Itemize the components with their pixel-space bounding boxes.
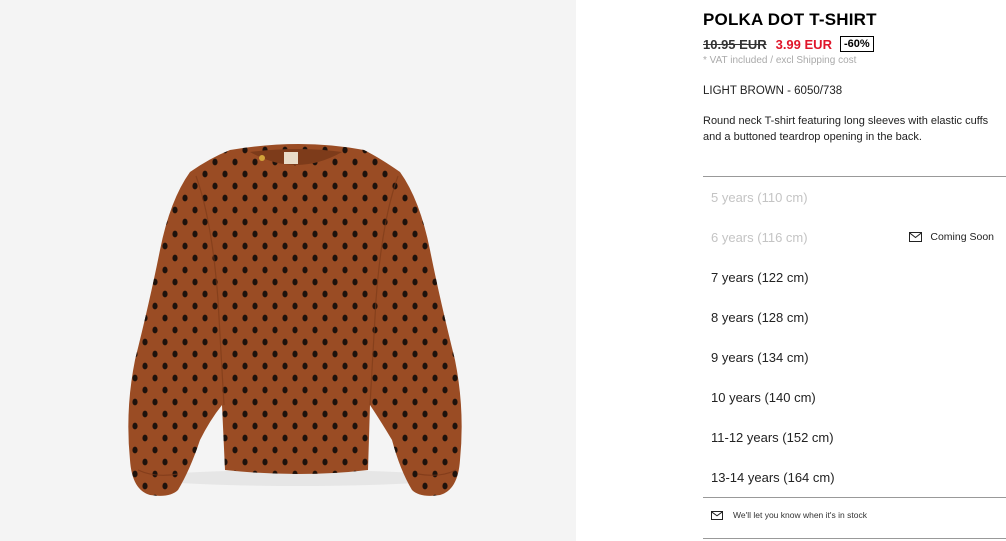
product-title: POLKA DOT T-SHIRT <box>703 10 877 29</box>
size-label: 7 years (122 cm) <box>711 269 809 285</box>
size-option-11-12-years[interactable]: 11-12 years (152 cm) <box>703 417 1006 457</box>
stock-notify-link[interactable]: We'll let you know when it's in stock <box>711 510 867 520</box>
size-label: 10 years (140 cm) <box>711 389 816 405</box>
size-label: 6 years (116 cm) <box>711 229 808 245</box>
discount-badge: -60% <box>839 36 874 52</box>
vat-note: * VAT included / excl Shipping cost <box>703 55 857 66</box>
size-option-7-years[interactable]: 7 years (122 cm) <box>703 257 1006 297</box>
size-label: 9 years (134 cm) <box>711 349 809 365</box>
size-option-10-years[interactable]: 10 years (140 cm) <box>703 377 1006 417</box>
product-image[interactable] <box>0 0 576 541</box>
size-option-6-years[interactable]: 6 years (116 cm) Coming Soon <box>703 217 1006 257</box>
stock-notify-label: We'll let you know when it's in stock <box>733 510 867 520</box>
divider <box>703 538 1006 539</box>
size-label: 5 years (110 cm) <box>711 189 808 205</box>
size-selector: 5 years (110 cm) 6 years (116 cm) Coming… <box>703 177 1006 497</box>
size-option-5-years: 5 years (110 cm) <box>703 177 1006 217</box>
size-label: 13-14 years (164 cm) <box>711 469 835 485</box>
size-option-9-years[interactable]: 9 years (134 cm) <box>703 337 1006 377</box>
coming-soon-label: Coming Soon <box>930 231 994 243</box>
old-price: 10.95 EUR <box>703 36 767 52</box>
envelope-icon <box>711 510 723 520</box>
divider <box>703 497 1006 498</box>
sale-price: 3.99 EUR <box>775 36 832 52</box>
price-row: 10.95 EUR 3.99 EUR -60% <box>703 35 874 53</box>
coming-soon-notice[interactable]: Coming Soon <box>909 217 994 257</box>
size-label: 8 years (128 cm) <box>711 309 809 325</box>
product-page: POLKA DOT T-SHIRT 10.95 EUR 3.99 EUR -60… <box>0 0 1006 541</box>
size-option-13-14-years[interactable]: 13-14 years (164 cm) <box>703 457 1006 497</box>
color-reference: LIGHT BROWN - 6050/738 <box>703 85 843 97</box>
polka-dot-shirt-photo <box>128 144 462 496</box>
size-label: 11-12 years (152 cm) <box>711 429 834 445</box>
envelope-icon <box>909 232 923 242</box>
product-info: POLKA DOT T-SHIRT 10.95 EUR 3.99 EUR -60… <box>703 0 1006 541</box>
size-option-8-years[interactable]: 8 years (128 cm) <box>703 297 1006 337</box>
product-description: Round neck T-shirt featuring long sleeve… <box>703 115 989 143</box>
